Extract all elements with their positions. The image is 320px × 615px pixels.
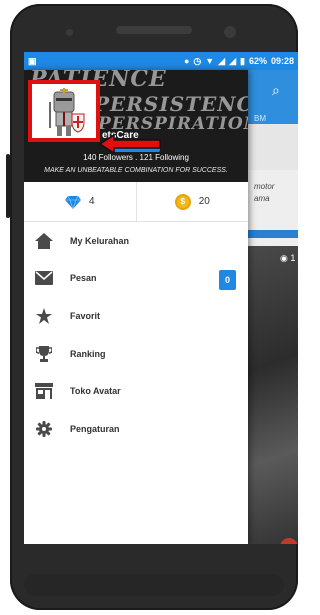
diamond-count: 4: [88, 196, 95, 207]
menu-item-favorit[interactable]: Favorit: [24, 297, 248, 335]
device-screen: ▣ ● ◷ ▼ ◢ ◢ ▮ 62% 09:28 ⌕ BM motor ama ◉…: [24, 52, 298, 544]
menu-item-ranking[interactable]: Ranking: [24, 335, 248, 373]
eye-icon: ◉: [280, 253, 288, 263]
menu-item-label: Favorit: [70, 310, 101, 321]
knight-avatar-icon: [32, 84, 96, 138]
battery-icon: ▮: [240, 55, 245, 66]
location-icon: ●: [183, 55, 190, 66]
menu-item-label: Pesan: [70, 273, 97, 284]
image-notification-icon: ▣: [28, 55, 37, 66]
menu-item-label: Ranking: [70, 348, 106, 359]
background-photo[interactable]: [248, 246, 298, 544]
phone-chin: [24, 574, 284, 596]
store-icon: [34, 381, 54, 401]
menu-item-toko-avatar[interactable]: Toko Avatar: [24, 372, 248, 410]
coin-icon: $: [174, 193, 191, 210]
menu-item-label: My Kelurahan: [70, 235, 130, 246]
currency-stats: 4 $ 20: [24, 182, 248, 222]
home-icon: [34, 231, 54, 251]
gear-icon: [34, 419, 54, 439]
coin-stat[interactable]: $ 20: [135, 182, 249, 221]
trophy-icon: [34, 344, 54, 364]
drawer-menu: My Kelurahan Pesan 0 Favorit Ranking Tok…: [24, 222, 248, 448]
menu-item-label: Pengaturan: [70, 423, 120, 434]
views-count-value: 1: [290, 253, 296, 263]
menu-item-pengaturan[interactable]: Pengaturan: [24, 410, 248, 448]
diamond-icon: [64, 195, 81, 209]
banner-tagline: MAKE AN UNBEATABLE COMBINATION FOR SUCCE…: [44, 167, 228, 174]
menu-item-my-kelurahan[interactable]: My Kelurahan: [24, 222, 248, 260]
signal-icon: ◢: [218, 55, 226, 66]
status-bar: ▣ ● ◷ ▼ ◢ ◢ ▮ 62% 09:28: [24, 52, 298, 70]
earpiece-speaker: [116, 26, 192, 34]
star-icon: [34, 306, 54, 326]
alarm-icon: ◷: [193, 55, 202, 66]
signal-2-icon: ◢: [229, 55, 236, 66]
drawer-header: PATIENCE PERSISTENCE PERSPIRATION: [24, 70, 248, 182]
views-count: ◉ 1: [280, 253, 295, 264]
power-button: [6, 154, 10, 218]
avatar[interactable]: [28, 80, 100, 142]
sensor: [224, 26, 236, 38]
banner-text: PERSISTENCE: [94, 92, 248, 116]
background-tab-label[interactable]: BM: [254, 114, 266, 123]
background-card-text: motor: [254, 182, 275, 191]
arrow-left-icon: [98, 134, 161, 154]
wifi-icon: ▼: [205, 55, 215, 66]
mail-icon: [34, 268, 54, 288]
menu-item-label: Toko Avatar: [70, 386, 121, 397]
diamond-stat[interactable]: 4: [24, 182, 136, 221]
background-blue-bar: [248, 230, 298, 238]
clock: 09:28: [270, 56, 294, 66]
follow-stats[interactable]: 140 Followers . 121 Following: [24, 153, 248, 162]
battery-level: 62%: [248, 56, 267, 66]
front-camera: [66, 29, 73, 36]
coin-count: 20: [198, 196, 210, 207]
background-strip: [248, 124, 298, 170]
navigation-drawer: PATIENCE PERSISTENCE PERSPIRATION: [24, 70, 248, 544]
search-icon[interactable]: ⌕: [272, 82, 280, 99]
menu-item-pesan[interactable]: Pesan 0: [24, 260, 248, 298]
background-card-text: ama: [254, 194, 270, 203]
message-count-badge: 0: [219, 269, 236, 290]
